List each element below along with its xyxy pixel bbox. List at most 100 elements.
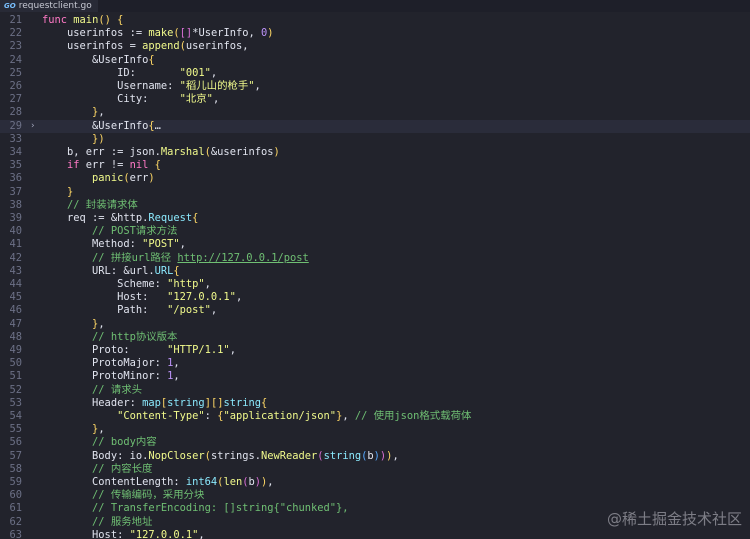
line-number: 23 [9, 40, 22, 53]
code-line[interactable]: 29 › &UserInfo{… [0, 119, 750, 133]
code-line[interactable]: 27 City: "北京", [0, 93, 750, 106]
code-text: }) [92, 132, 105, 145]
code-line[interactable]: 54 "Content-Type": {"application/json"},… [0, 410, 750, 423]
code-text: }, [92, 317, 105, 330]
code-text: }, [92, 423, 105, 436]
line-number: 34 [9, 146, 22, 158]
line-number: 56 [9, 436, 22, 449]
code-line[interactable]: 36 panic(err) [0, 172, 750, 185]
code-text: // 拼接url路径 http://127.0.0.1/post [92, 251, 309, 264]
line-number: 42 [9, 251, 22, 264]
code-line[interactable]: 26 Username: "稻儿山的枪手", [0, 80, 750, 93]
code-line[interactable]: 28 }, [0, 106, 750, 119]
fold-chevron-icon[interactable]: › [30, 120, 35, 133]
code-text: // 内容长度 [92, 462, 153, 475]
code-text: &UserInfo{ [42, 53, 155, 66]
code-text: // TransferEncoding: []string{"chunked"}… [92, 502, 349, 515]
line-number: 35 [9, 159, 22, 172]
code-line[interactable]: 34 b, err := json.Marshal(&userinfos) [0, 146, 750, 159]
code-text: Scheme: "http", [42, 278, 211, 290]
go-file-icon: GO [4, 2, 16, 10]
code-text: // 封装请求体 [67, 198, 138, 211]
code-line[interactable]: 24 &UserInfo{ [0, 54, 750, 67]
file-tab[interactable]: GO requestclient.go [0, 0, 98, 12]
code-line[interactable]: 49 Proto: "HTTP/1.1", [0, 344, 750, 357]
code-line[interactable]: 50 ProtoMajor: 1, [0, 357, 750, 370]
code-line[interactable]: 35 if err != nil { [0, 159, 750, 172]
line-number: 38 [9, 198, 22, 211]
code-text: "Content-Type": {"application/json"}, //… [117, 410, 472, 422]
code-text: userinfos = append(userinfos, [42, 40, 249, 53]
code-line[interactable]: 23 userinfos = append(userinfos, [0, 40, 750, 53]
code-text: // 传输编码，采用分块 [92, 489, 205, 502]
code-line[interactable]: 45 Host: "127.0.0.1", [0, 291, 750, 304]
code-line[interactable]: 63 Host: "127.0.0.1", [0, 529, 750, 539]
code-line[interactable]: 60 // 传输编码，采用分块 [0, 489, 750, 502]
line-number: 47 [9, 317, 22, 330]
code-line[interactable]: 46 Path: "/post", [0, 304, 750, 317]
code-line[interactable]: 43 URL: &url.URL{ [0, 265, 750, 278]
code-text: Proto: "HTTP/1.1", [42, 344, 236, 356]
code-line[interactable]: 55 }, [0, 423, 750, 436]
line-number: 39 [9, 212, 22, 224]
code-text: panic(err) [92, 172, 155, 185]
code-text: &UserInfo{… [42, 119, 161, 132]
line-number: 41 [9, 238, 22, 251]
code-line[interactable]: 52 // 请求头 [0, 384, 750, 397]
code-line[interactable]: 21 func main() { [0, 14, 750, 27]
code-text: URL: &url.URL{ [42, 264, 180, 277]
code-text: // 请求头 [92, 383, 142, 396]
code-text: // 服务地址 [92, 515, 153, 528]
code-line[interactable]: 33 }) [0, 133, 750, 146]
code-line[interactable]: 48 // http协议版本 [0, 331, 750, 344]
line-number: 45 [9, 291, 22, 304]
code-line[interactable]: 38 // 封装请求体 [0, 199, 750, 212]
code-text: ID: "001", [42, 66, 218, 79]
code-text: City: "北京", [42, 93, 220, 106]
code-text: Username: "稻儿山的枪手", [42, 80, 261, 92]
line-number: 51 [9, 370, 22, 383]
code-text: func main() { [42, 14, 124, 26]
line-number: 40 [9, 225, 22, 238]
code-text: ProtoMinor: 1, [42, 370, 180, 383]
code-line[interactable]: 47 }, [0, 318, 750, 331]
line-number: 28 [9, 106, 22, 119]
code-line[interactable]: 51 ProtoMinor: 1, [0, 370, 750, 383]
code-text: if err != nil { [67, 159, 161, 172]
line-number: 62 [9, 515, 22, 528]
code-line[interactable]: 44 Scheme: "http", [0, 278, 750, 291]
code-line[interactable]: 56 // body内容 [0, 436, 750, 449]
code-text: req := &http.Request{ [42, 212, 199, 224]
code-editor[interactable]: 21 func main() {22 userinfos := make([]*U… [0, 12, 750, 539]
line-number: 48 [9, 330, 22, 343]
code-line[interactable]: 41 Method: "POST", [0, 238, 750, 251]
code-line[interactable]: 37 } [0, 186, 750, 199]
code-line[interactable]: 22 userinfos := make([]*UserInfo, 0) [0, 27, 750, 40]
line-number: 36 [9, 172, 22, 185]
code-text: }, [92, 106, 105, 119]
code-text: Header: map[string][]string{ [42, 396, 268, 409]
line-number: 55 [9, 423, 22, 436]
code-text: Method: "POST", [42, 238, 186, 251]
line-number: 25 [9, 66, 22, 79]
line-number: 46 [9, 304, 22, 317]
line-number: 26 [9, 80, 22, 92]
line-number: 29 [9, 119, 22, 132]
code-text: // http协议版本 [92, 330, 178, 343]
code-line[interactable]: 58 // 内容长度 [0, 463, 750, 476]
line-number: 33 [9, 132, 22, 145]
code-line[interactable]: 42 // 拼接url路径 http://127.0.0.1/post [0, 252, 750, 265]
code-line[interactable]: 40 // POST请求方法 [0, 225, 750, 238]
code-text: } [67, 185, 74, 198]
line-number: 50 [9, 357, 22, 370]
line-number: 53 [9, 396, 22, 409]
code-line[interactable]: 57 Body: io.NopCloser(strings.NewReader(… [0, 450, 750, 463]
code-text: Body: io.NopCloser(strings.NewReader(str… [42, 449, 399, 462]
line-number: 54 [9, 410, 22, 422]
code-line[interactable]: 59 ContentLength: int64(len(b)), [0, 476, 750, 489]
line-number: 61 [9, 502, 22, 515]
code-line[interactable]: 25 ID: "001", [0, 67, 750, 80]
code-line[interactable]: 39 req := &http.Request{ [0, 212, 750, 225]
line-number: 24 [9, 53, 22, 66]
code-line[interactable]: 53 Header: map[string][]string{ [0, 397, 750, 410]
